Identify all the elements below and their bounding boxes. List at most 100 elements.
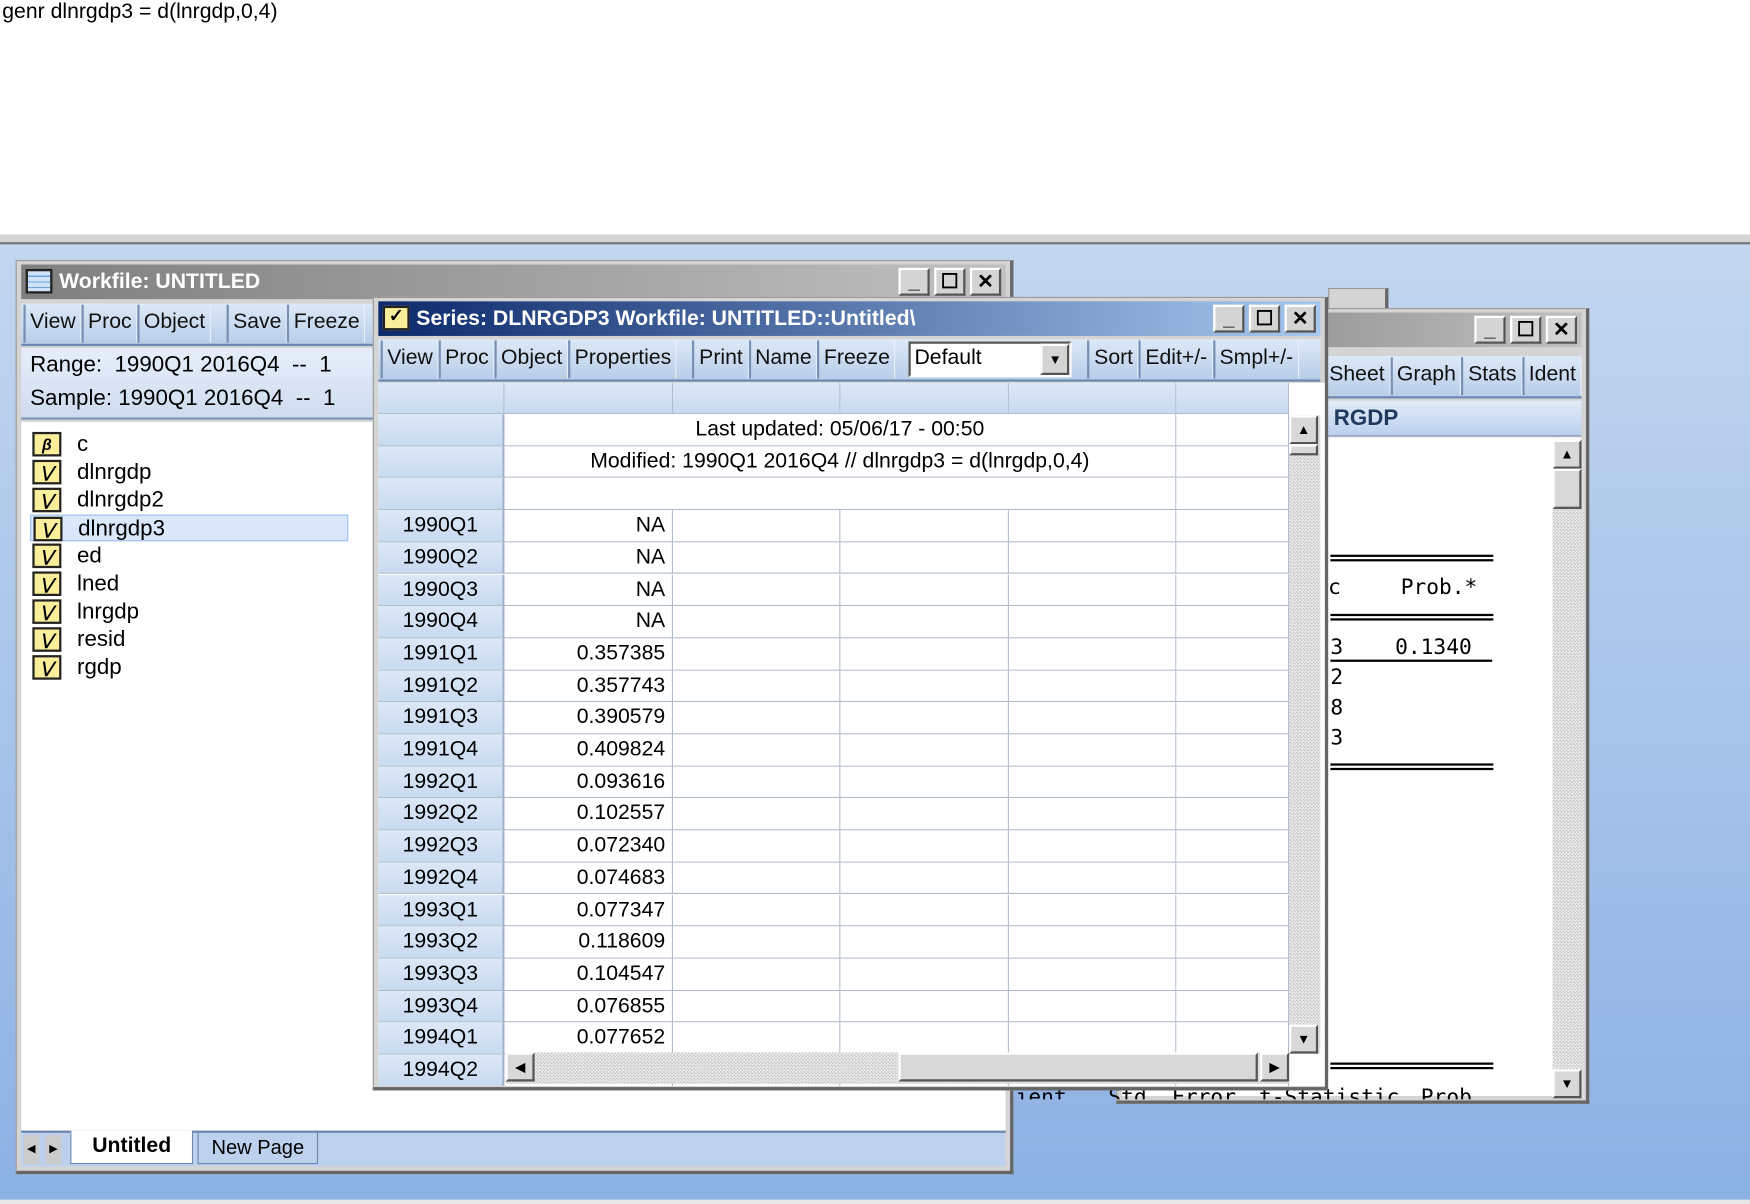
row-header-1992Q2[interactable]: 1992Q2 (378, 798, 505, 831)
workfile-object-lnrgdp[interactable]: ⋁ lnrgdp (30, 598, 348, 625)
cell[interactable] (673, 638, 841, 671)
scroll-thumb[interactable] (898, 1052, 1258, 1082)
value-cell[interactable]: NA (504, 606, 674, 639)
horizontal-scrollbar[interactable]: ◀ ▶ (505, 1052, 1290, 1084)
cell[interactable] (840, 638, 1009, 671)
cell[interactable] (1176, 862, 1290, 895)
cell[interactable] (1176, 990, 1290, 1023)
column-header[interactable] (840, 382, 1009, 415)
row-header-1993Q1[interactable]: 1993Q1 (378, 894, 505, 927)
cell[interactable] (1008, 926, 1177, 959)
cell[interactable] (840, 766, 1009, 799)
cell[interactable] (840, 702, 1009, 735)
cell[interactable] (840, 574, 1009, 607)
tab-scroll-left-button[interactable]: ◀ (23, 1135, 40, 1165)
row-header-1994Q2[interactable]: 1994Q2 (378, 1054, 505, 1086)
cell[interactable] (1008, 734, 1177, 767)
cell[interactable] (1176, 894, 1290, 927)
column-header[interactable] (504, 382, 674, 415)
cell[interactable] (1176, 574, 1290, 607)
value-cell[interactable]: 0.357743 (504, 670, 674, 703)
workfile-object-rgdp[interactable]: ⋁ rgdp (30, 654, 348, 681)
tab-new-page[interactable]: New Page (197, 1132, 319, 1165)
cell[interactable] (1176, 414, 1290, 447)
cell[interactable] (840, 958, 1009, 991)
command-splitter[interactable] (0, 234, 1750, 245)
scroll-down-button[interactable]: ▼ (1552, 1069, 1582, 1099)
row-header[interactable] (378, 478, 505, 511)
cell[interactable] (1176, 766, 1290, 799)
row-header-1990Q2[interactable]: 1990Q2 (378, 542, 505, 575)
cell[interactable] (1008, 670, 1177, 703)
cell[interactable] (1008, 1022, 1177, 1055)
cell[interactable] (840, 734, 1009, 767)
cell[interactable] (673, 766, 841, 799)
series-titlebar[interactable]: ✓ Series: DLNRGDP3 Workfile: UNTITLED::U… (378, 301, 1321, 336)
value-cell[interactable]: 0.357385 (504, 638, 674, 671)
cell[interactable] (673, 894, 841, 927)
value-cell[interactable]: 0.093616 (504, 766, 674, 799)
name-button[interactable]: Name (748, 340, 818, 379)
stats-button[interactable]: Stats (1461, 357, 1523, 396)
cell[interactable] (673, 510, 841, 543)
close-button[interactable]: ✕ (969, 267, 1002, 296)
properties-button[interactable]: Properties (567, 340, 677, 379)
wf-freeze-button[interactable]: Freeze (287, 304, 366, 343)
graph-button[interactable]: Graph (1390, 357, 1462, 396)
cell[interactable] (840, 926, 1009, 959)
value-cell[interactable]: NA (504, 542, 674, 575)
value-cell[interactable]: 0.076855 (504, 990, 674, 1023)
wf-object-button[interactable]: Object (137, 304, 211, 343)
spreadsheet-grid[interactable]: Last updated: 05/06/17 - 00:50 Modified: … (378, 382, 1325, 1086)
cell[interactable] (1176, 510, 1290, 543)
row-header[interactable] (378, 414, 505, 447)
sort-button[interactable]: Sort (1087, 340, 1139, 379)
maximize-button[interactable]: ☐ (934, 267, 966, 296)
cell[interactable] (840, 830, 1009, 863)
row-header-1994Q1[interactable]: 1994Q1 (378, 1022, 505, 1055)
cell[interactable] (1008, 990, 1177, 1023)
cell[interactable] (1176, 542, 1290, 575)
minimize-button[interactable]: _ (1213, 304, 1245, 333)
cell[interactable] (1008, 766, 1177, 799)
scroll-thumb[interactable] (1289, 444, 1319, 456)
value-cell[interactable]: 0.390579 (504, 702, 674, 735)
command-window[interactable]: genr dlnrgdp3 = d(lnrgdp,0,4) (0, 0, 1750, 235)
row-header-1990Q4[interactable]: 1990Q4 (378, 606, 505, 639)
object-button[interactable]: Object (494, 340, 568, 379)
ident-button[interactable]: Ident (1522, 357, 1582, 396)
display-format-select[interactable]: Default ▼ (908, 341, 1072, 378)
cell[interactable] (1176, 702, 1290, 735)
cell[interactable] (840, 510, 1009, 543)
row-header[interactable] (378, 446, 505, 479)
proc-button[interactable]: Proc (438, 340, 495, 379)
cell[interactable] (1176, 478, 1290, 511)
scroll-up-button[interactable]: ▲ (1552, 439, 1582, 469)
cell[interactable] (1008, 798, 1177, 831)
scroll-right-button[interactable]: ▶ (1260, 1052, 1290, 1082)
cell[interactable] (1008, 958, 1177, 991)
cell[interactable] (673, 542, 841, 575)
row-header-1992Q1[interactable]: 1992Q1 (378, 766, 505, 799)
sample-text[interactable]: Sample: 1990Q1 2016Q4 -- 1 (30, 386, 335, 412)
cell[interactable] (1008, 702, 1177, 735)
cell[interactable] (1008, 510, 1177, 543)
workfile-object-c[interactable]: βc (30, 431, 348, 458)
scroll-down-button[interactable]: ▼ (1289, 1024, 1319, 1054)
cell[interactable] (1008, 606, 1177, 639)
cell[interactable] (673, 926, 841, 959)
cell[interactable] (673, 958, 841, 991)
vertical-scrollbar[interactable]: ▲ ▼ (1289, 415, 1321, 1054)
spreadsheet-button[interactable]: Sheet (1322, 357, 1391, 396)
cell[interactable] (673, 798, 841, 831)
print-button[interactable]: Print (692, 340, 749, 379)
row-header-1993Q3[interactable]: 1993Q3 (378, 958, 505, 991)
scroll-thumb[interactable] (1552, 468, 1582, 509)
wf-view-button[interactable]: View (23, 304, 82, 343)
cell[interactable] (673, 830, 841, 863)
value-cell[interactable]: NA (504, 574, 674, 607)
cell[interactable] (840, 894, 1009, 927)
row-header-1991Q1[interactable]: 1991Q1 (378, 638, 505, 671)
maximize-button[interactable]: ☐ (1248, 304, 1281, 333)
cell[interactable] (1008, 542, 1177, 575)
